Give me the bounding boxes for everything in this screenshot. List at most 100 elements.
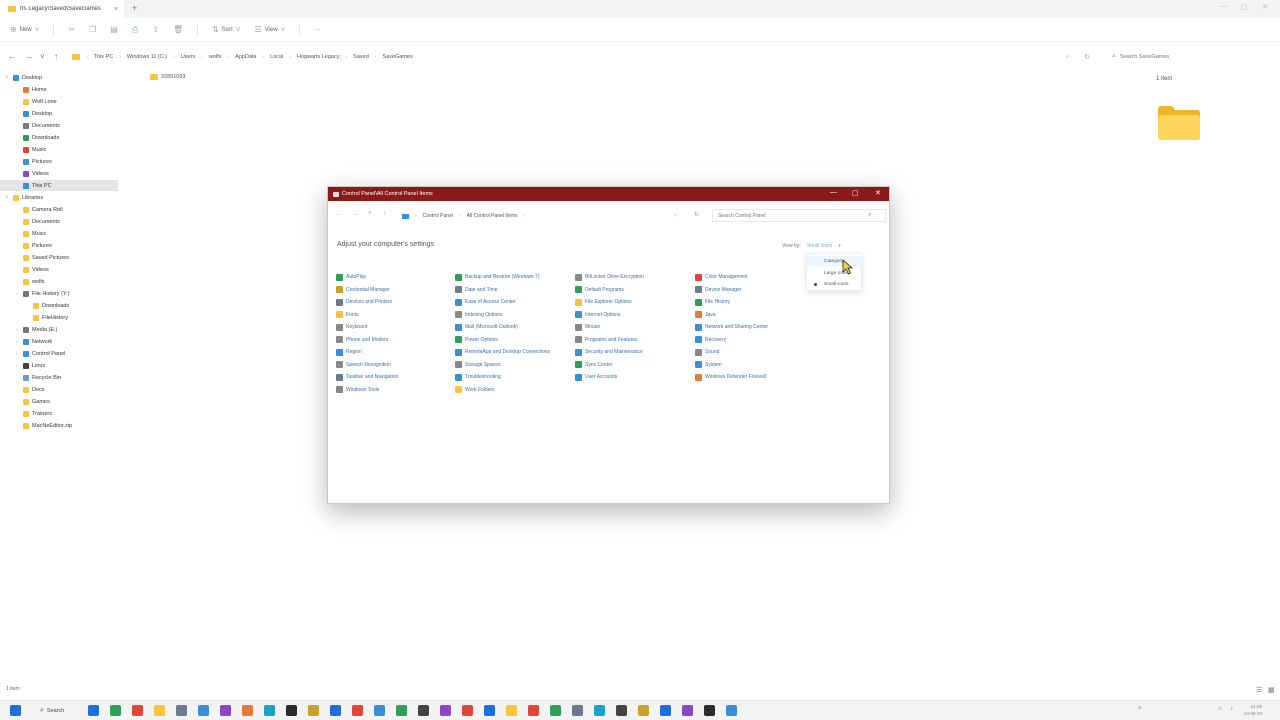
control-panel-item[interactable]: Windows Defender Firewall <box>695 372 766 382</box>
address-bar[interactable]: › This PC › Windows 11 (C:) › Users › wolfs… <box>68 50 1098 64</box>
taskbar-search[interactable]: ⌕ Search <box>36 704 80 718</box>
control-panel-item[interactable]: Indexing Options <box>455 310 503 320</box>
control-panel-item[interactable]: Sync Center <box>575 360 613 370</box>
back-arrow-icon[interactable]: ← <box>336 211 342 217</box>
rename-button[interactable]: ⎙ <box>132 25 138 35</box>
nav-item[interactable]: Recycle Bin <box>0 372 118 383</box>
nav-item[interactable]: Music <box>0 228 118 239</box>
chevron-down-icon[interactable]: ▾ <box>838 243 841 249</box>
nav-item[interactable]: Downloads <box>0 300 118 311</box>
view-button[interactable]: ☰ View ˅ <box>254 25 285 34</box>
taskbar-app-icon[interactable] <box>462 705 473 716</box>
taskbar-app-icon[interactable] <box>418 705 429 716</box>
new-button[interactable]: ⊕ New ˅ <box>10 25 39 34</box>
close-icon[interactable]: ✕ <box>875 189 881 197</box>
taskbar-app-icon[interactable] <box>660 705 671 716</box>
control-panel-item[interactable]: Programs and Features <box>575 335 638 345</box>
start-button[interactable] <box>10 705 21 716</box>
control-panel-item[interactable]: System <box>695 360 722 370</box>
breadcrumb-control-panel[interactable]: Control Panel <box>423 213 453 219</box>
control-panel-search-input[interactable] <box>718 212 868 219</box>
control-panel-item[interactable]: Color Management <box>695 272 748 282</box>
control-panel-item[interactable]: RemoteApp and Desktop Connections <box>455 347 550 357</box>
taskbar-app-icon[interactable] <box>330 705 341 716</box>
taskbar-app-icon[interactable] <box>440 705 451 716</box>
taskbar-app-icon[interactable] <box>220 705 231 716</box>
control-panel-address-bar[interactable]: › Control Panel › All Control Panel Item… <box>398 209 684 223</box>
nav-item[interactable]: Pictures <box>0 240 118 251</box>
control-panel-item[interactable]: Mouse <box>575 322 600 332</box>
taskbar-app-icon[interactable] <box>176 705 187 716</box>
breadcrumb-users[interactable]: Users <box>181 54 195 60</box>
chevron-icon[interactable]: › <box>14 291 20 297</box>
refresh-icon[interactable]: ↻ <box>1084 53 1090 61</box>
control-panel-item[interactable]: User Accounts <box>575 372 617 382</box>
taskbar-app-icon[interactable] <box>154 705 165 716</box>
search-input[interactable] <box>1119 54 1260 60</box>
control-panel-search[interactable]: ⌕ <box>712 209 886 222</box>
close-icon[interactable]: × <box>114 6 118 13</box>
control-panel-item[interactable]: Taskbar and Navigation <box>336 372 398 382</box>
taskbar-app-icon[interactable] <box>352 705 363 716</box>
nav-item[interactable]: › File History (Y:) <box>0 288 118 299</box>
taskbar-app-icon[interactable] <box>726 705 737 716</box>
taskbar-app-icon[interactable] <box>682 705 693 716</box>
chevron-down-icon[interactable]: ˅ <box>368 211 372 217</box>
dropdown-option-large-icons[interactable]: Large icons <box>807 268 863 279</box>
maximize-icon[interactable]: ▢ <box>1241 3 1248 11</box>
nav-item[interactable]: › Linux <box>0 360 118 371</box>
control-panel-item[interactable]: File History <box>695 297 730 307</box>
chevron-down-icon[interactable]: ˅ <box>674 213 677 219</box>
taskbar-app-icon[interactable] <box>198 705 209 716</box>
control-panel-item[interactable]: Windows Tools <box>336 385 379 395</box>
minimize-icon[interactable]: — <box>1220 3 1227 10</box>
taskbar-app-icon[interactable] <box>528 705 539 716</box>
up-arrow-icon[interactable]: ↑ <box>383 211 386 217</box>
nav-item[interactable]: FileHistory <box>0 312 118 323</box>
nav-item[interactable]: Trainers <box>0 408 118 419</box>
chevron-down-icon[interactable]: ˅ <box>40 52 45 61</box>
taskbar-app-icon[interactable] <box>374 705 385 716</box>
paste-button[interactable]: ▤ <box>110 25 118 34</box>
view-by-select[interactable]: Small icons <box>807 243 833 249</box>
nav-item[interactable]: Videos <box>0 168 118 179</box>
chevron-icon[interactable]: › <box>14 327 20 333</box>
nav-item[interactable]: › Control Panel <box>0 348 118 359</box>
control-panel-item[interactable]: Date and Time <box>455 285 498 295</box>
taskbar-app-icon[interactable] <box>704 705 715 716</box>
nav-item[interactable]: Desktop <box>0 108 118 119</box>
refresh-icon[interactable]: ↻ <box>694 211 699 218</box>
forward-arrow-icon[interactable]: → <box>25 52 33 61</box>
tiles-view-icon[interactable]: ▦ <box>1268 686 1275 694</box>
breadcrumb-this-pc[interactable]: This PC <box>94 54 114 60</box>
control-panel-item[interactable]: BitLocker Drive Encryption <box>575 272 644 282</box>
control-panel-item[interactable]: Troubleshooting <box>455 372 501 382</box>
more-options-button[interactable]: ··· <box>314 27 320 33</box>
taskbar-app-icon[interactable] <box>506 705 517 716</box>
control-panel-item[interactable]: Device Manager <box>695 285 741 295</box>
close-window-icon[interactable]: ✕ <box>1262 3 1268 11</box>
network-icon[interactable]: ⌂ <box>1218 706 1222 712</box>
taskbar-app-icon[interactable] <box>264 705 275 716</box>
nav-item[interactable]: Games <box>0 396 118 407</box>
control-panel-item[interactable]: Devices and Printers <box>336 297 392 307</box>
nav-item[interactable]: ˅ Libraries <box>0 192 118 203</box>
taskbar-app-icon[interactable] <box>308 705 319 716</box>
control-panel-item[interactable]: Recovery <box>695 335 726 345</box>
nav-item[interactable]: Docs <box>0 384 118 395</box>
taskbar-app-icon[interactable] <box>616 705 627 716</box>
control-panel-item[interactable]: Phone and Modem <box>336 335 388 345</box>
control-panel-item[interactable]: Sound <box>695 347 719 357</box>
breadcrumb-drive[interactable]: Windows 11 (C:) <box>127 54 167 60</box>
control-panel-item[interactable]: Network and Sharing Center <box>695 322 768 332</box>
back-arrow-icon[interactable]: ← <box>8 52 16 61</box>
taskbar-app-icon[interactable] <box>88 705 99 716</box>
chevron-icon[interactable]: ˅ <box>4 195 10 201</box>
control-panel-item[interactable]: File Explorer Options <box>575 297 632 307</box>
breadcrumb-savegames[interactable]: SaveGames <box>382 54 412 60</box>
control-panel-item[interactable]: Security and Maintenance <box>575 347 643 357</box>
taskbar-app-icon[interactable] <box>242 705 253 716</box>
details-view-icon[interactable]: ☰ <box>1256 686 1262 694</box>
breadcrumb-saved[interactable]: Saved <box>353 54 369 60</box>
nav-item[interactable]: Pictures <box>0 156 118 167</box>
